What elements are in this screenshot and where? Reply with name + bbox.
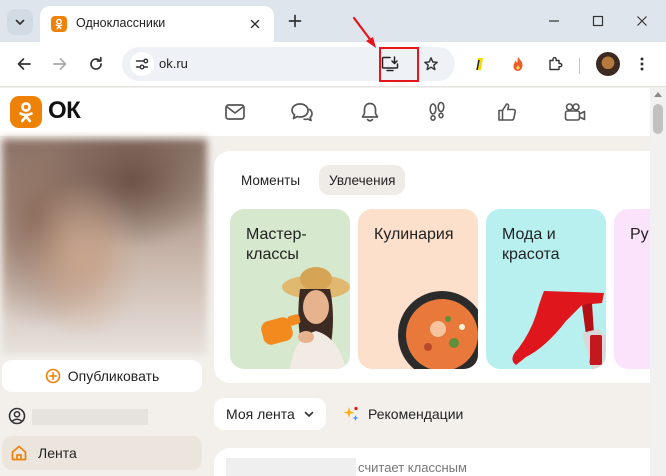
logo-text[interactable]: ОК: [48, 97, 81, 125]
reload-icon: [90, 56, 102, 70]
user-name-redacted: [32, 409, 148, 425]
minimize-icon: [549, 20, 559, 22]
scroll-thumb[interactable]: [653, 104, 663, 134]
home-icon: [11, 445, 27, 461]
ok-page: ОК Опубликовать Лента Моменты Увлечения …: [0, 88, 650, 476]
my-feed-label: Моя лента: [226, 406, 295, 422]
plus-icon: [288, 14, 302, 28]
recommendations-label: Рекомендации: [368, 406, 464, 422]
maximize-icon: [592, 15, 604, 27]
woman-with-hat-illustration: [261, 267, 350, 369]
browser-toolbar: ok.ru: [0, 42, 666, 87]
arrow-right-icon: [53, 58, 67, 70]
page-scrollbar[interactable]: [650, 88, 666, 476]
tab-label: Моменты: [241, 172, 301, 188]
install-app-button[interactable]: [380, 54, 400, 74]
browser-menu-button[interactable]: [628, 50, 656, 78]
tile-title: Ру: [630, 226, 649, 243]
ok-favicon-icon: [51, 16, 67, 32]
url-text: ok.ru: [159, 56, 188, 71]
yandex-extension-icon: [476, 58, 483, 71]
puzzle-icon: [549, 56, 563, 71]
tab-moments[interactable]: Моменты: [231, 165, 310, 195]
post-author-redacted: [226, 458, 356, 476]
discussions-nav[interactable]: [288, 98, 316, 126]
tab-title: Одноклассники: [76, 16, 166, 30]
tab-search-button[interactable]: [7, 9, 33, 35]
bookmark-button[interactable]: [419, 52, 443, 76]
tile-fashion-beauty[interactable]: Мода и красота: [486, 209, 606, 369]
like-icon: [498, 103, 517, 121]
profile-avatar[interactable]: [596, 52, 620, 76]
bell-icon: [361, 102, 379, 122]
close-tab-button[interactable]: [246, 15, 264, 33]
back-button[interactable]: [10, 50, 38, 78]
sparkles-icon: [343, 406, 359, 421]
reload-button[interactable]: [82, 50, 110, 78]
hobbies-card: Моменты Увлечения Мастер- классы Кулинар…: [214, 151, 650, 383]
close-icon: [250, 19, 260, 29]
install-app-icon: [381, 56, 399, 72]
sidebar-item-label: Лента: [38, 445, 77, 461]
toolbar-separator: [579, 58, 580, 74]
publish-button[interactable]: Опубликовать: [2, 360, 202, 392]
tune-icon: [135, 58, 149, 70]
extension-yandex-button[interactable]: [466, 50, 494, 78]
plus-circle-icon: [45, 368, 61, 384]
chevron-down-icon: [15, 19, 25, 25]
forward-button[interactable]: [46, 50, 74, 78]
post-text: считает классным: [358, 460, 467, 475]
recommendations-tab[interactable]: Рекомендации: [342, 398, 463, 430]
left-sidebar: Опубликовать Лента: [0, 136, 210, 476]
likes-nav[interactable]: [493, 98, 521, 126]
feed-tabs: Моя лента Рекомендации: [214, 398, 650, 432]
site-info-button[interactable]: [130, 52, 154, 76]
tile-cooking[interactable]: Кулинария: [358, 209, 478, 369]
red-shoe-illustration: [512, 291, 606, 369]
publish-label: Опубликовать: [67, 368, 160, 384]
mail-icon: [225, 104, 245, 120]
minimize-button[interactable]: [541, 8, 567, 34]
guests-nav[interactable]: [423, 98, 451, 126]
messages-nav[interactable]: [221, 98, 249, 126]
extension-flame-button[interactable]: [504, 50, 532, 78]
site-header: ОК: [0, 88, 650, 136]
my-feed-dropdown[interactable]: Моя лента: [214, 398, 326, 430]
footprints-icon: [429, 101, 445, 122]
tile-partial[interactable]: Ру: [614, 209, 650, 369]
chevron-down-icon: [304, 411, 314, 417]
profile-photo[interactable]: [2, 139, 207, 355]
video-camera-icon: [564, 103, 586, 121]
extensions-button[interactable]: [541, 50, 569, 78]
maximize-button[interactable]: [585, 8, 611, 34]
more-vertical-icon: [640, 57, 644, 71]
sidebar-item-feed[interactable]: Лента: [2, 436, 202, 470]
star-icon: [424, 57, 438, 71]
address-bar[interactable]: ok.ru: [122, 47, 455, 81]
chat-icon: [291, 103, 313, 122]
tab-hobbies[interactable]: Увлечения: [319, 165, 406, 195]
flame-icon: [513, 57, 523, 71]
soup-bowl-illustration: [398, 291, 478, 369]
browser-tab-strip: Одноклассники: [0, 0, 666, 42]
ok-logo-icon[interactable]: [10, 96, 42, 128]
video-nav[interactable]: [561, 98, 589, 126]
new-tab-button[interactable]: [282, 8, 308, 34]
user-circle-icon: [8, 407, 26, 425]
arrow-left-icon: [17, 58, 31, 70]
scroll-up-arrow[interactable]: [654, 92, 662, 97]
tab-label: Увлечения: [329, 172, 396, 188]
notifications-nav[interactable]: [356, 98, 384, 126]
tile-master-classes[interactable]: Мастер- классы: [230, 209, 350, 369]
browser-tab[interactable]: Одноклассники: [40, 6, 274, 42]
feed-post: считает классным: [214, 448, 650, 476]
user-profile-link[interactable]: [2, 404, 202, 428]
close-icon: [637, 16, 647, 26]
close-window-button[interactable]: [629, 8, 655, 34]
